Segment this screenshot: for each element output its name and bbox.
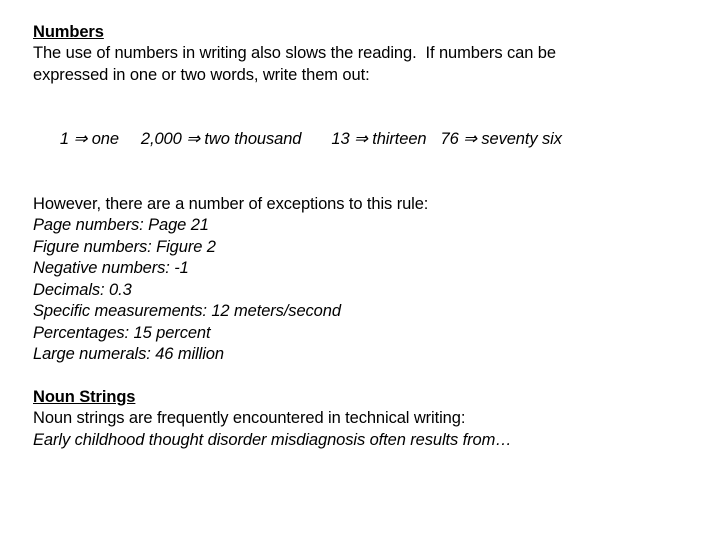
number-example-1: 1 ⇒ one: [60, 130, 119, 148]
number-example-3: 13 ⇒ thirteen: [331, 130, 426, 148]
spacer-after-intro: [33, 86, 690, 108]
spacer-between-sections: [33, 366, 690, 388]
section-numbers: Numbers The use of numbers in writing al…: [33, 22, 690, 366]
slide-canvas: Numbers The use of numbers in writing al…: [0, 0, 720, 540]
double-right-arrow-icon: ⇒: [181, 130, 205, 148]
section-noun-strings: Noun Strings Noun strings are frequently…: [33, 387, 690, 451]
exceptions-list: Page numbers: Page 21 Figure numbers: Fi…: [33, 215, 690, 366]
number-example-3-words: thirteen: [372, 130, 427, 148]
double-right-arrow-icon: ⇒: [458, 130, 482, 148]
number-example-1-numeral: 1: [59, 130, 69, 148]
number-example-2-words: two thousand: [204, 130, 302, 148]
number-example-3-numeral: 13: [331, 130, 350, 148]
number-examples-row: 1 ⇒ one 2,000 ⇒ two thousand 13 ⇒ thirteen…: [33, 108, 690, 173]
list-item: Percentages: 15 percent: [33, 323, 211, 342]
number-example-4: 76 ⇒ seventy six: [441, 130, 562, 148]
double-right-arrow-icon: ⇒: [68, 130, 92, 148]
number-example-4-words: seventy six: [481, 130, 562, 148]
exceptions-intro: However, there are a number of exception…: [33, 194, 429, 213]
list-item: Figure numbers: Figure 2: [33, 237, 216, 256]
number-example-2: 2,000 ⇒ two thousand: [140, 130, 302, 148]
list-item: Page numbers: Page 21: [33, 216, 209, 234]
list-item: Large numerals: 46 million: [33, 345, 224, 363]
numbers-heading: Numbers: [33, 23, 104, 41]
numbers-intro-line-1: The use of numbers in writing also slows…: [33, 44, 556, 62]
number-example-2-numeral: 2,000: [140, 130, 182, 148]
number-example-4-numeral: 76: [440, 130, 459, 148]
list-item: Negative numbers: -1: [33, 259, 189, 277]
noun-strings-heading: Noun Strings: [33, 388, 136, 406]
list-item: Specific measurements: 12 meters/second: [33, 302, 341, 320]
noun-strings-intro-line: Noun strings are frequently encountered …: [33, 409, 466, 427]
number-example-1-words: one: [91, 130, 119, 148]
double-right-arrow-icon: ⇒: [349, 130, 373, 148]
numbers-intro-line-2: expressed in one or two words, write the…: [33, 65, 370, 84]
noun-strings-example-line: Early childhood thought disorder misdiag…: [33, 430, 512, 449]
spacer-after-examples: [33, 172, 690, 194]
list-item: Decimals: 0.3: [33, 280, 132, 299]
